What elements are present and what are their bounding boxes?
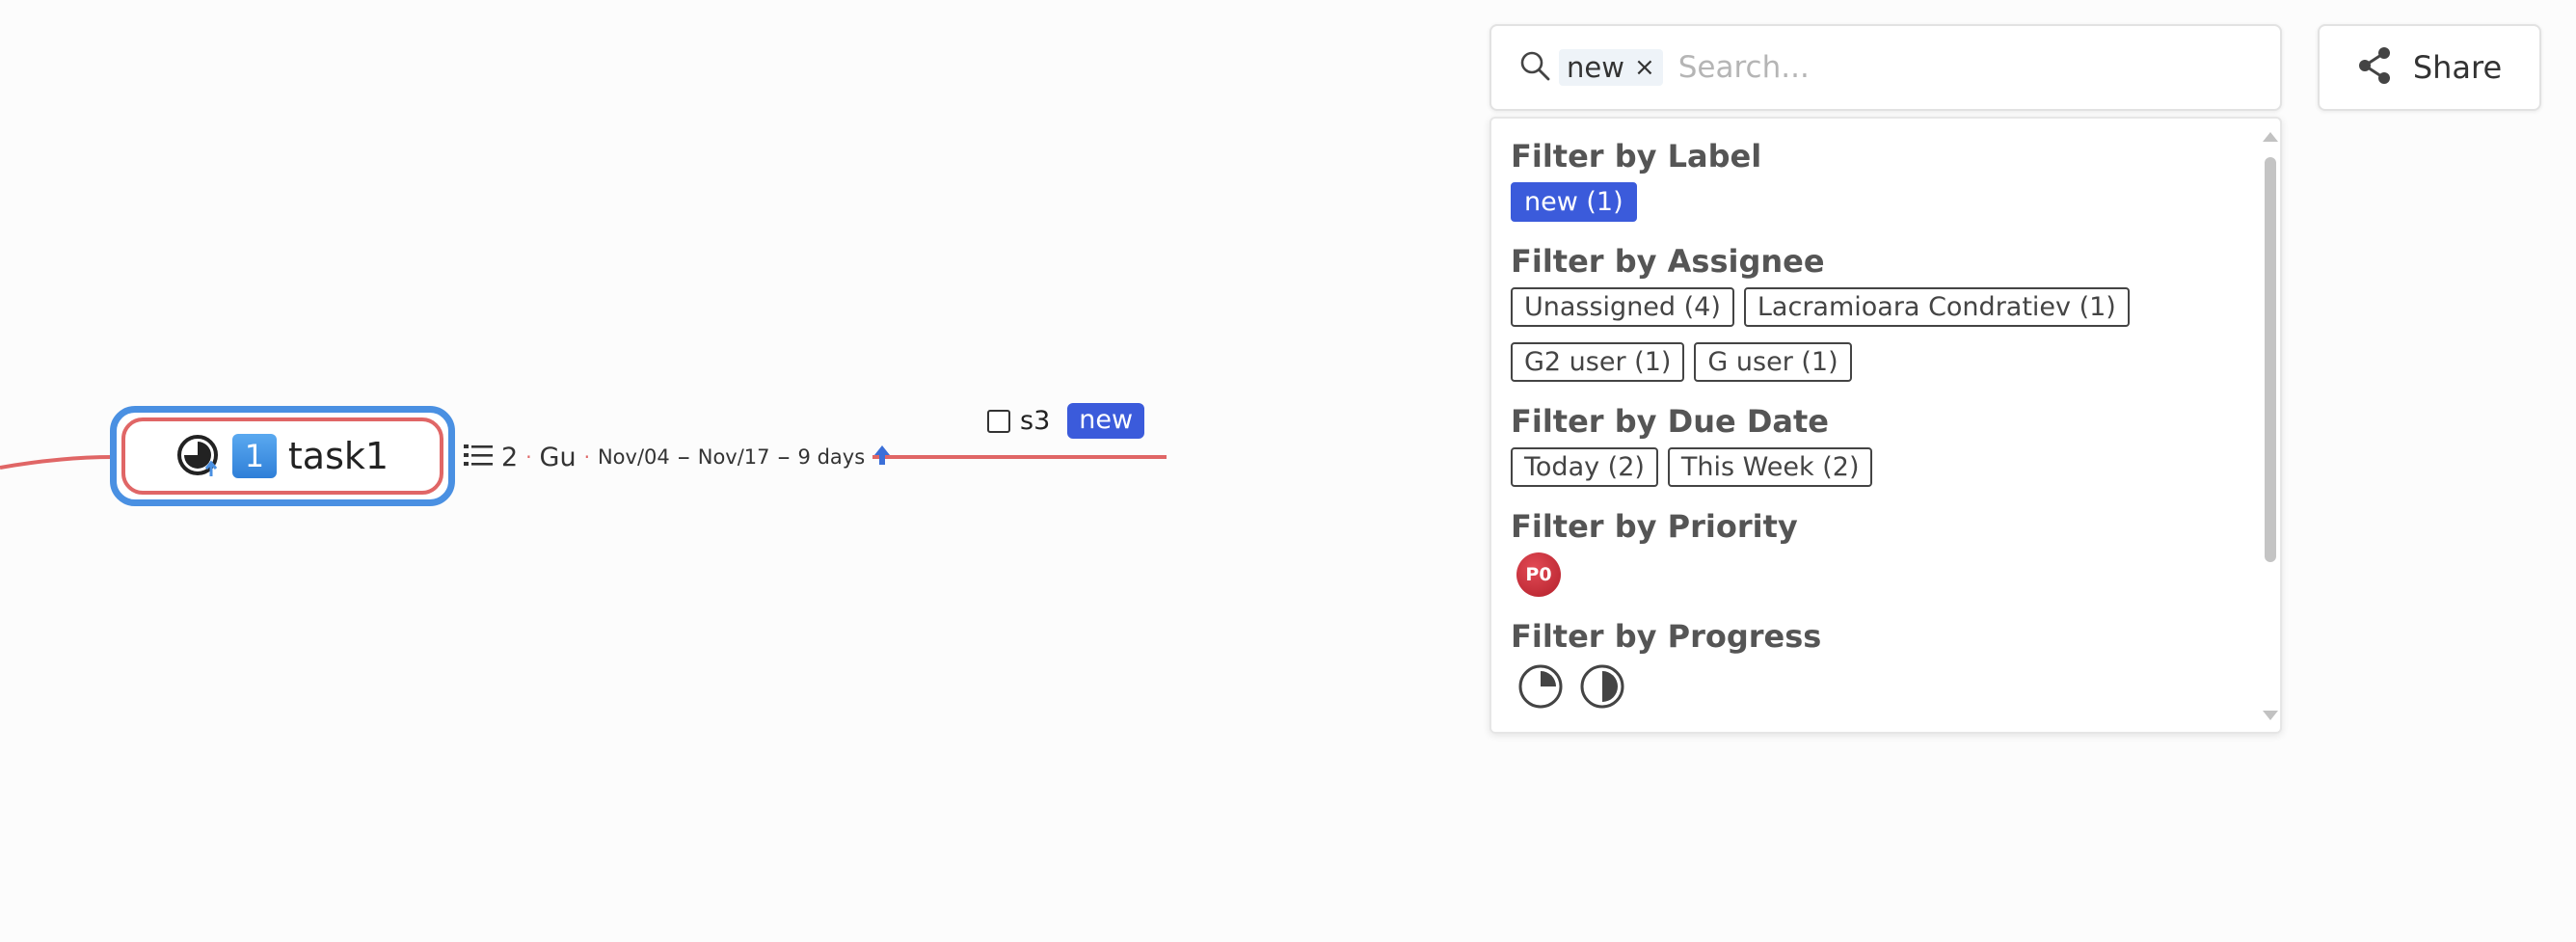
task-assignee[interactable]: Gu [540, 443, 577, 472]
search-box[interactable]: new × [1489, 24, 2282, 111]
list-icon [463, 442, 494, 472]
separator-dot: · [525, 445, 532, 469]
task-node[interactable]: 1 task1 [110, 406, 455, 506]
scroll-up-icon[interactable] [2263, 132, 2278, 142]
progress-half-icon[interactable] [1578, 662, 1626, 714]
separator-dot: · [583, 445, 590, 469]
filter-tag-assignee[interactable]: G2 user (1) [1511, 342, 1685, 382]
filter-tag-due-date[interactable]: This Week (2) [1667, 447, 1873, 487]
progress-started-icon[interactable] [1516, 662, 1565, 714]
subtask-label-badge[interactable]: new [1067, 403, 1145, 439]
filter-label-title: Filter by Label [1511, 138, 1762, 175]
duration-separator: – [777, 443, 791, 471]
progress-icon [176, 434, 221, 478]
filter-progress-section: Filter by Progress [1511, 618, 2234, 714]
priority-p0-badge[interactable]: P0 [1516, 552, 1561, 597]
task-duration: 9 days [797, 445, 866, 469]
subtask-title[interactable]: s3 [1020, 406, 1050, 436]
share-icon [2357, 46, 2392, 89]
filter-scrollbar[interactable] [2263, 132, 2278, 720]
filter-due-date-title: Filter by Due Date [1511, 403, 1829, 440]
filter-assignee-section: Filter by Assignee Unassigned (4) Lacram… [1511, 243, 2234, 382]
filter-priority-section: Filter by Priority P0 [1511, 508, 2234, 597]
filter-progress-title: Filter by Progress [1511, 618, 1822, 655]
search-chip-label: new [1567, 51, 1624, 84]
parent-branch-line [0, 455, 115, 470]
subtask-checkbox[interactable] [987, 409, 1010, 433]
filter-tag-assignee[interactable]: Lacramioara Condratiev (1) [1743, 287, 2130, 327]
subtask-node[interactable]: s3 new [987, 403, 1145, 439]
scroll-down-icon[interactable] [2263, 711, 2278, 720]
filter-tag-label-new[interactable]: new (1) [1511, 182, 1637, 222]
search-filter-chip: new × [1559, 49, 1663, 86]
task-title[interactable]: task1 [288, 435, 389, 477]
date-separator: – [677, 443, 690, 471]
filter-tag-assignee[interactable]: G user (1) [1694, 342, 1852, 382]
share-label: Share [2412, 49, 2503, 86]
filter-tag-assignee[interactable]: Unassigned (4) [1511, 287, 1734, 327]
filter-assignee-title: Filter by Assignee [1511, 243, 1825, 280]
task-meta: 2 · Gu · Nov/04 – Nov/17 – 9 days [463, 436, 892, 478]
arrow-up-icon [872, 444, 892, 470]
task-end-date[interactable]: Nov/17 [698, 445, 770, 469]
filter-label-section: Filter by Label new (1) [1511, 138, 2234, 222]
mindmap-canvas[interactable]: 1 task1 2 · Gu · Nov/04 – Nov/17 – 9 day… [0, 0, 1485, 942]
chip-remove-icon[interactable]: × [1634, 53, 1655, 82]
search-input[interactable] [1676, 49, 2220, 86]
share-button[interactable]: Share [2318, 24, 2541, 111]
search-icon [1518, 49, 1551, 86]
filter-tag-due-date[interactable]: Today (2) [1511, 447, 1658, 487]
scroll-thumb[interactable] [2265, 157, 2276, 562]
filter-dropdown: Filter by Label new (1) Filter by Assign… [1489, 117, 2282, 734]
task-start-date[interactable]: Nov/04 [598, 445, 670, 469]
task-number-badge: 1 [231, 434, 277, 478]
filter-priority-title: Filter by Priority [1511, 508, 1798, 545]
filter-due-date-section: Filter by Due Date Today (2) This Week (… [1511, 403, 2234, 487]
subtask-count: 2 [501, 442, 519, 472]
